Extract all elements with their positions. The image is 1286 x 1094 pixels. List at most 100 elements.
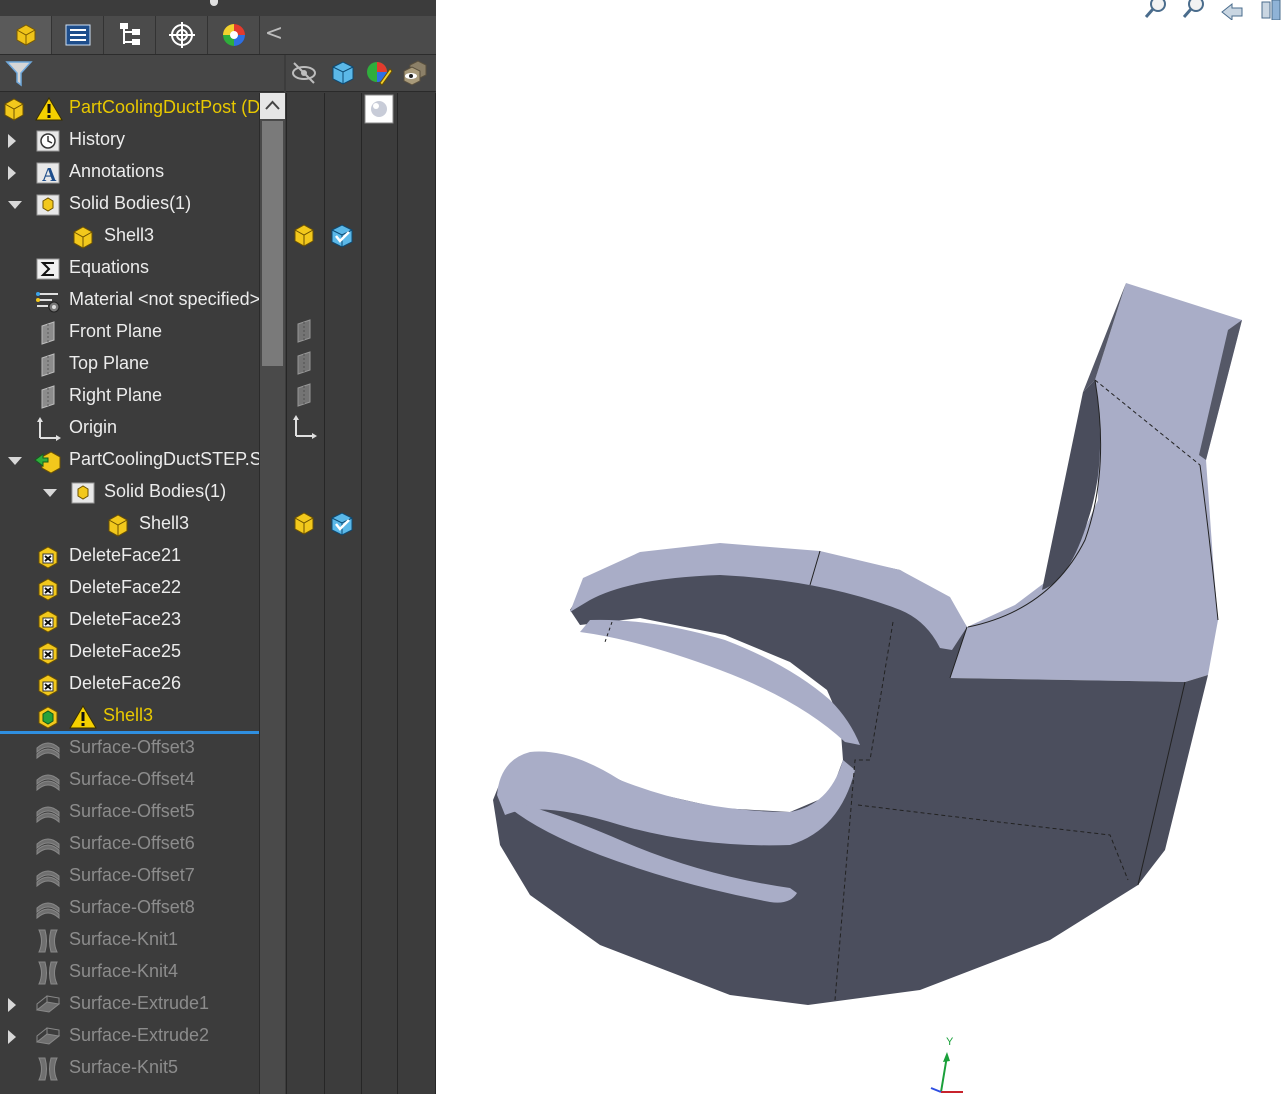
expand-arrow-icon[interactable] [8,134,16,148]
rollback-bar[interactable] [0,731,259,734]
tree-scrollbar[interactable] [259,93,285,1094]
graphics-viewport[interactable]: Y [436,0,1286,1094]
plane-icon [34,320,62,346]
tab-dimxpert-manager[interactable] [156,16,208,54]
origin-icon [34,416,62,442]
tree-item-surface-offset8[interactable]: Surface-Offset8 [0,893,259,925]
tree-item-shell3[interactable]: Shell3 [0,221,259,253]
tree-item-deleteface21[interactable]: DeleteFace21 [0,541,259,573]
tree-item-label: Top Plane [69,353,150,373]
scroll-up-button[interactable] [260,93,285,119]
column-appearance[interactable] [362,57,396,89]
tab-display-manager[interactable] [208,16,260,54]
plane-icon [34,384,62,410]
origin-hidden-icon[interactable] [290,414,320,444]
tree-item-front-plane[interactable]: Front Plane [0,317,259,349]
tab-feature-manager[interactable] [0,16,52,54]
tree-item-right-plane[interactable]: Right Plane [0,381,259,413]
tree-item-surface-offset3[interactable]: Surface-Offset3 [0,733,259,765]
tree-item-partcoolingductstep-st[interactable]: PartCoolingDuctSTEP.ST [0,445,259,477]
surface-offset-icon [34,832,62,858]
tree-item-label: Surface-Knit4 [69,961,179,981]
tree-item-deleteface25[interactable]: DeleteFace25 [0,637,259,669]
tree-item-deleteface23[interactable]: DeleteFace23 [0,605,259,637]
display-pane-header [286,55,436,92]
plane-icon [34,352,62,378]
tree-item-label: Surface-Extrude1 [69,993,210,1013]
appearance-pencil-icon [367,62,393,86]
warning-icon [69,704,97,730]
tree-item-shell3[interactable]: Shell3 [0,701,259,733]
expand-arrow-icon[interactable] [8,1030,16,1044]
tree-item-surface-offset5[interactable]: Surface-Offset5 [0,797,259,829]
plane-hidden-icon[interactable] [290,318,320,348]
equations-sigma-icon [34,256,62,282]
collapse-panel-arrow[interactable]: < [262,16,286,54]
tree-item-surface-knit4[interactable]: Surface-Knit4 [0,957,259,989]
delete-face-icon [34,640,62,666]
duct-part-3d-model[interactable] [436,0,1286,1094]
property-manager-icon [65,24,90,46]
collapse-arrow-icon[interactable] [8,457,22,465]
tree-item-equations[interactable]: Equations [0,253,259,285]
tree-item-solid-bodies-1[interactable]: Solid Bodies(1) [0,477,259,509]
tree-item-surface-knit5[interactable]: Surface-Knit5 [0,1053,259,1085]
column-transparency[interactable] [398,57,432,89]
tab-configuration-manager[interactable] [104,16,156,54]
appearance-sphere-swatch-icon[interactable] [364,94,394,124]
tree-item-top-plane[interactable]: Top Plane [0,349,259,381]
tree-item-solid-bodies-1[interactable]: Solid Bodies(1) [0,189,259,221]
tree-item-surface-extrude2[interactable]: Surface-Extrude2 [0,1021,259,1053]
plane-hidden-icon[interactable] [290,382,320,412]
panel-splitter-handle[interactable] [210,0,218,6]
plane-hidden-icon[interactable] [290,350,320,380]
tree-item-material-not-specified[interactable]: Material <not specified> [0,285,259,317]
surface-knit-icon [34,960,62,986]
surface-offset-icon [34,864,62,890]
tree-item-surface-offset7[interactable]: Surface-Offset7 [0,861,259,893]
imported-part-icon [34,448,62,474]
triad-axes-icon [930,1052,963,1093]
shaded-edges-cube-icon[interactable] [328,510,358,540]
tree-filter-bar[interactable] [0,55,284,92]
tree-item-label: Surface-Offset3 [69,737,195,757]
tree-item-shell3[interactable]: Shell3 [0,509,259,541]
collapse-arrow-icon[interactable] [8,201,22,209]
expand-arrow-icon[interactable] [8,998,16,1012]
tree-item-deleteface22[interactable]: DeleteFace22 [0,573,259,605]
tree-item-label: DeleteFace26 [69,673,182,693]
solid-body-icon[interactable] [290,510,320,540]
tree-item-annotations[interactable]: A Annotations [0,157,259,189]
tree-item-surface-offset6[interactable]: Surface-Offset6 [0,829,259,861]
annotations-icon: A [34,160,62,186]
tree-item-label: Solid Bodies(1) [104,481,227,501]
column-hide-show[interactable] [287,57,321,89]
tree-item-label: PartCoolingDuctSTEP.ST [69,449,259,469]
filter-funnel-icon [5,61,33,87]
tree-item-label: Surface-Knit1 [69,929,179,949]
tree-item-surface-extrude1[interactable]: Surface-Extrude1 [0,989,259,1021]
collapse-arrow-icon[interactable] [43,489,57,497]
transparency-box-icon [403,60,427,86]
tree-item-origin[interactable]: Origin [0,413,259,445]
tree-item-label: Surface-Offset8 [69,897,195,917]
expand-arrow-icon[interactable] [8,166,16,180]
tree-item-label: PartCoolingDuctPost (D [69,97,259,117]
coordinate-triad: Y [923,1036,971,1094]
solid-body-icon[interactable] [290,222,320,252]
tab-property-manager[interactable] [52,16,104,54]
feature-manager-panel: < PartCoolingDuctPost (D History A Annot… [0,0,436,1094]
tree-item-history[interactable]: History [0,125,259,157]
surface-knit-icon [34,928,62,954]
tree-item-surface-knit1[interactable]: Surface-Knit1 [0,925,259,957]
tree-item-deleteface26[interactable]: DeleteFace26 [0,669,259,701]
delete-face-icon [34,608,62,634]
tree-item-partcoolingductpost-d[interactable]: PartCoolingDuctPost (D [0,93,259,125]
tree-item-surface-offset4[interactable]: Surface-Offset4 [0,765,259,797]
tree-item-label: Surface-Knit5 [69,1057,179,1077]
scroll-thumb[interactable] [262,121,283,366]
surface-knit-icon [34,1056,62,1082]
tree-item-label: Surface-Offset5 [69,801,195,821]
column-display-mode[interactable] [326,57,360,89]
shaded-edges-cube-icon[interactable] [328,222,358,252]
